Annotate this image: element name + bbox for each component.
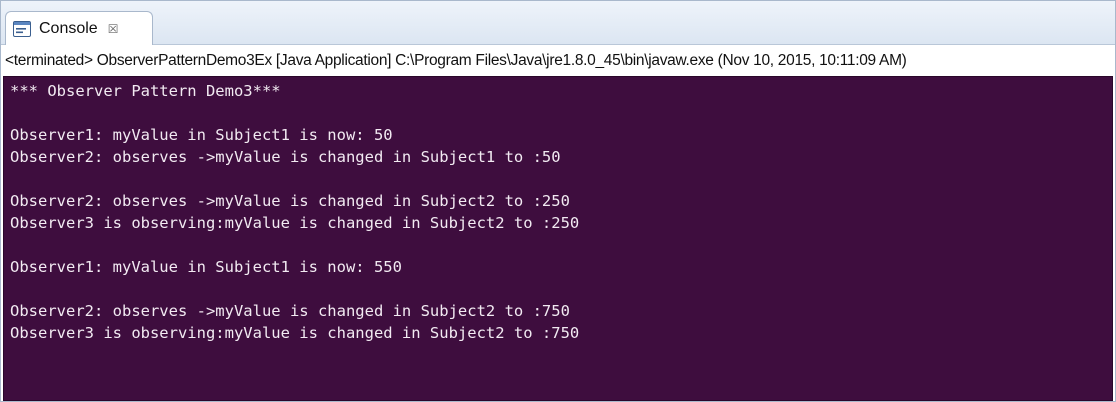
console-line: *** Observer Pattern Demo3*** bbox=[10, 82, 281, 100]
console-line: Observer1: myValue in Subject1 is now: 5… bbox=[10, 126, 393, 144]
console-line: Observer2: observes ->myValue is changed… bbox=[10, 192, 570, 210]
console-line: Observer3 is observing:myValue is change… bbox=[10, 324, 580, 342]
close-icon[interactable]: ☒ bbox=[108, 22, 119, 36]
console-output-area[interactable]: *** Observer Pattern Demo3*** Observer1: … bbox=[3, 76, 1113, 401]
tab-console[interactable]: Console ☒ bbox=[5, 11, 153, 45]
console-line: Observer1: myValue in Subject1 is now: 5… bbox=[10, 258, 402, 276]
console-line: Observer2: observes ->myValue is changed… bbox=[10, 148, 561, 166]
console-line: Observer2: observes ->myValue is changed… bbox=[10, 302, 570, 320]
process-status-line: <terminated> ObserverPatternDemo3Ex [Jav… bbox=[1, 45, 1115, 76]
console-view: Console ☒ <terminated> ObserverPatternDe… bbox=[0, 0, 1116, 402]
view-tab-bar: Console ☒ bbox=[1, 1, 1115, 45]
console-line: Observer3 is observing:myValue is change… bbox=[10, 214, 580, 232]
console-icon bbox=[13, 20, 31, 37]
tab-console-label: Console bbox=[39, 19, 98, 37]
